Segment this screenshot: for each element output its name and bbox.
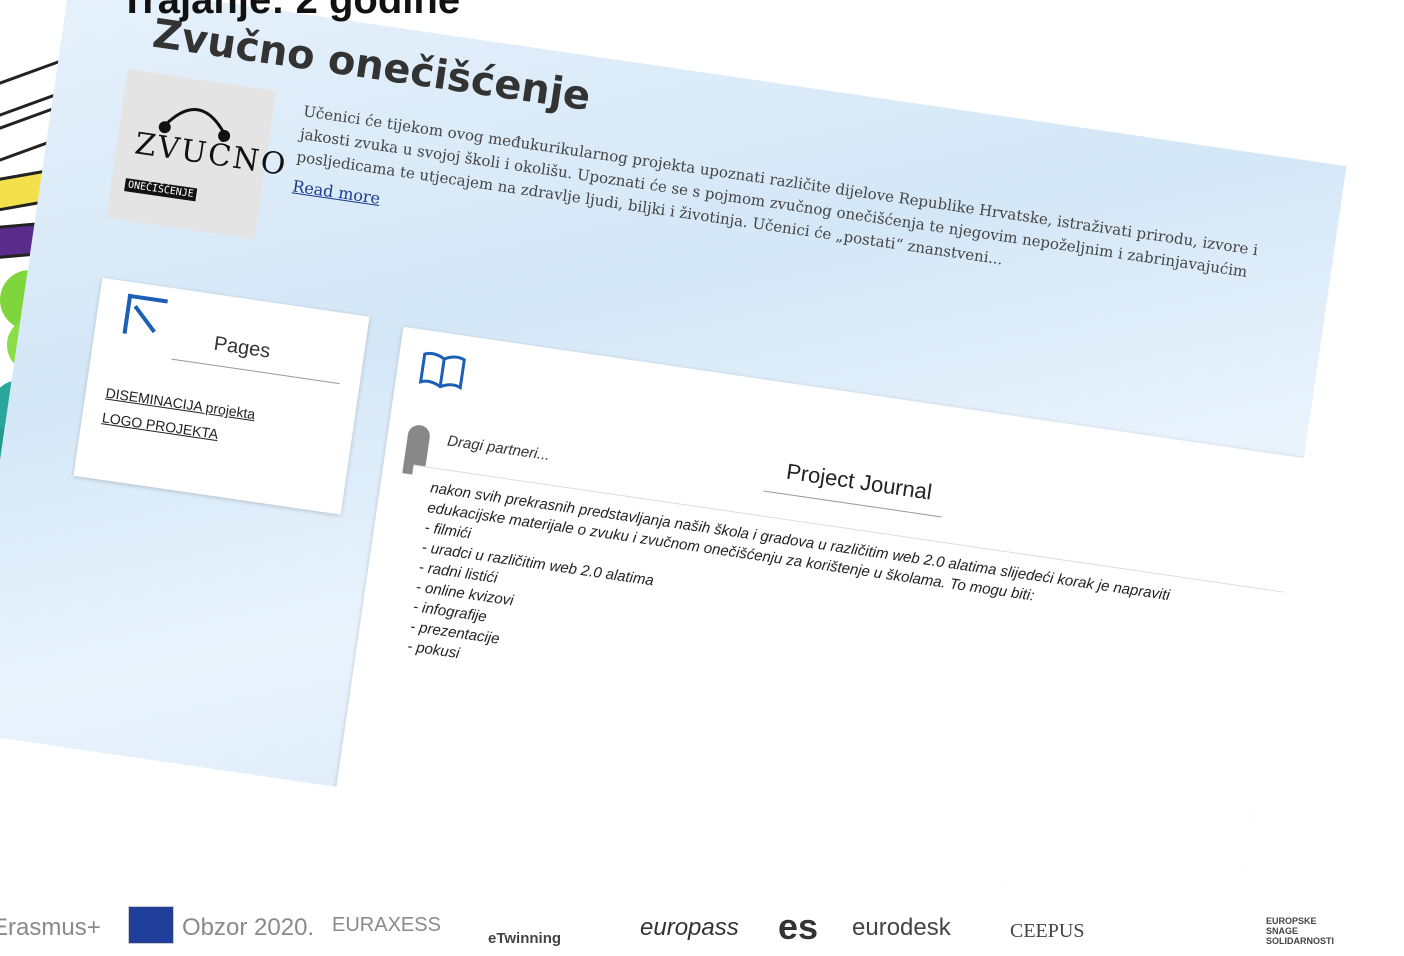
- europass-logo: europass: [640, 914, 739, 941]
- slide-page: Trajanje: 2 godine Zvučno onečišćenje ZV…: [0, 0, 1404, 956]
- project-page-screenshot: Zvučno onečišćenje ZVUČNO ONEČIŠĆENJE Uč…: [0, 0, 1347, 919]
- project-journal-panel: Project Journal Dragi partneri... nakon …: [334, 326, 1324, 919]
- pages-corner-icon: [122, 293, 168, 340]
- book-icon: [418, 351, 466, 391]
- journal-post: nakon svih prekrasnih predstavljanja naš…: [384, 464, 1324, 797]
- journal-author: Dragi partneri...: [446, 432, 551, 465]
- etwinning-logo: eTwinning: [488, 930, 562, 947]
- ceepus-logo: CEEPUS: [1010, 920, 1085, 942]
- pages-heading: Pages: [212, 332, 272, 363]
- pages-panel: Pages DISEMINACIJA projekta LOGO PROJEKT…: [73, 277, 370, 515]
- slide-heading: Trajanje: 2 godine: [120, 0, 461, 22]
- footer-logo-strip: Erasmus+ Obzor 2020. EURAXESS eTwinning …: [0, 900, 1404, 956]
- erasmus-logo: Erasmus+: [0, 914, 101, 941]
- eu-flag-icon: [128, 906, 174, 944]
- project-description: Učenici će tijekom ovog međukurikularnog…: [291, 100, 1305, 343]
- euraxess-logo: EURAXESS: [332, 914, 441, 936]
- journal-heading: Project Journal: [784, 458, 934, 505]
- euroguidance-logo-icon: es: [778, 906, 819, 947]
- obzor-logo: Obzor 2020.: [182, 914, 315, 941]
- eurodesk-logo: eurodesk: [852, 914, 951, 941]
- project-logo: ZVUČNO ONEČIŠĆENJE: [106, 69, 290, 240]
- pages-heading-divider: [171, 358, 340, 385]
- esc-logo: EUROPSKE SNAGE SOLIDARNOSTI: [1266, 916, 1335, 946]
